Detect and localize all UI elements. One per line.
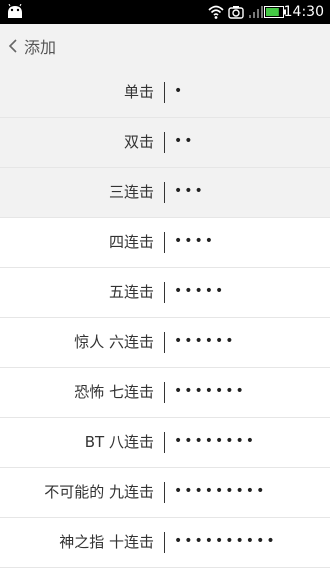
list-item[interactable]: 三连击 ••• [0, 168, 330, 218]
list-item[interactable]: 神之指 十连击 •••••••••• [0, 518, 330, 568]
action-bar: 添加 [0, 24, 330, 69]
list-item-dots: ••••••••• [174, 483, 267, 499]
click-type-list: 单击 • 双击 •• 三连击 ••• 四连击 •••• 五连击 ••••• 惊人… [0, 68, 330, 568]
list-item-dots: ••• [174, 183, 205, 199]
list-item-label: 双击 [123, 133, 154, 151]
divider [164, 182, 165, 203]
list-item-label: BT 八连击 [84, 433, 154, 451]
list-item-dots: • [174, 83, 185, 99]
list-item-dots: ••••••• [174, 383, 246, 399]
divider [164, 82, 165, 103]
divider [164, 282, 165, 303]
divider [164, 232, 165, 253]
list-item-dots: ••••• [174, 283, 226, 299]
list-item-dots: •••••• [174, 333, 236, 349]
list-item[interactable]: 五连击 ••••• [0, 268, 330, 318]
chevron-left-icon [8, 39, 17, 53]
list-item-label: 单击 [123, 83, 154, 101]
list-item-label: 神之指 十连击 [59, 533, 154, 551]
list-item-dots: •••••••••• [174, 533, 277, 549]
divider [164, 332, 165, 353]
divider [164, 532, 165, 553]
list-item-label: 五连击 [108, 283, 154, 301]
signal-icon [249, 6, 263, 18]
wifi-icon [208, 5, 224, 19]
list-item[interactable]: 四连击 •••• [0, 218, 330, 268]
divider [164, 432, 165, 453]
status-bar: 14:30 [0, 0, 330, 24]
camera-icon [228, 6, 244, 19]
list-item-label: 不可能的 九连击 [44, 483, 154, 501]
android-icon [8, 4, 22, 18]
list-item[interactable]: 双击 •• [0, 118, 330, 168]
list-item-dots: •••• [174, 233, 216, 249]
list-item[interactable]: BT 八连击 •••••••• [0, 418, 330, 468]
list-item-label: 惊人 六连击 [74, 333, 154, 351]
list-item[interactable]: 不可能的 九连击 ••••••••• [0, 468, 330, 518]
screen: 14:30 添加 单击 • 双击 •• 三连击 ••• 四连击 •••• 五连击… [0, 0, 330, 586]
divider [164, 382, 165, 403]
list-item[interactable]: 单击 • [0, 68, 330, 118]
list-item-label: 四连击 [108, 233, 154, 251]
list-item[interactable]: 恐怖 七连击 ••••••• [0, 368, 330, 418]
list-item-label: 恐怖 七连击 [74, 383, 154, 401]
divider [164, 132, 165, 153]
list-item-dots: •••••••• [174, 433, 257, 449]
list-item[interactable]: 惊人 六连击 •••••• [0, 318, 330, 368]
page-title: 添加 [24, 38, 57, 57]
list-item-dots: •• [174, 133, 195, 149]
status-time: 14:30 [283, 4, 324, 20]
divider [164, 482, 165, 503]
back-button[interactable]: 添加 [6, 32, 56, 60]
list-item-label: 三连击 [108, 183, 154, 201]
